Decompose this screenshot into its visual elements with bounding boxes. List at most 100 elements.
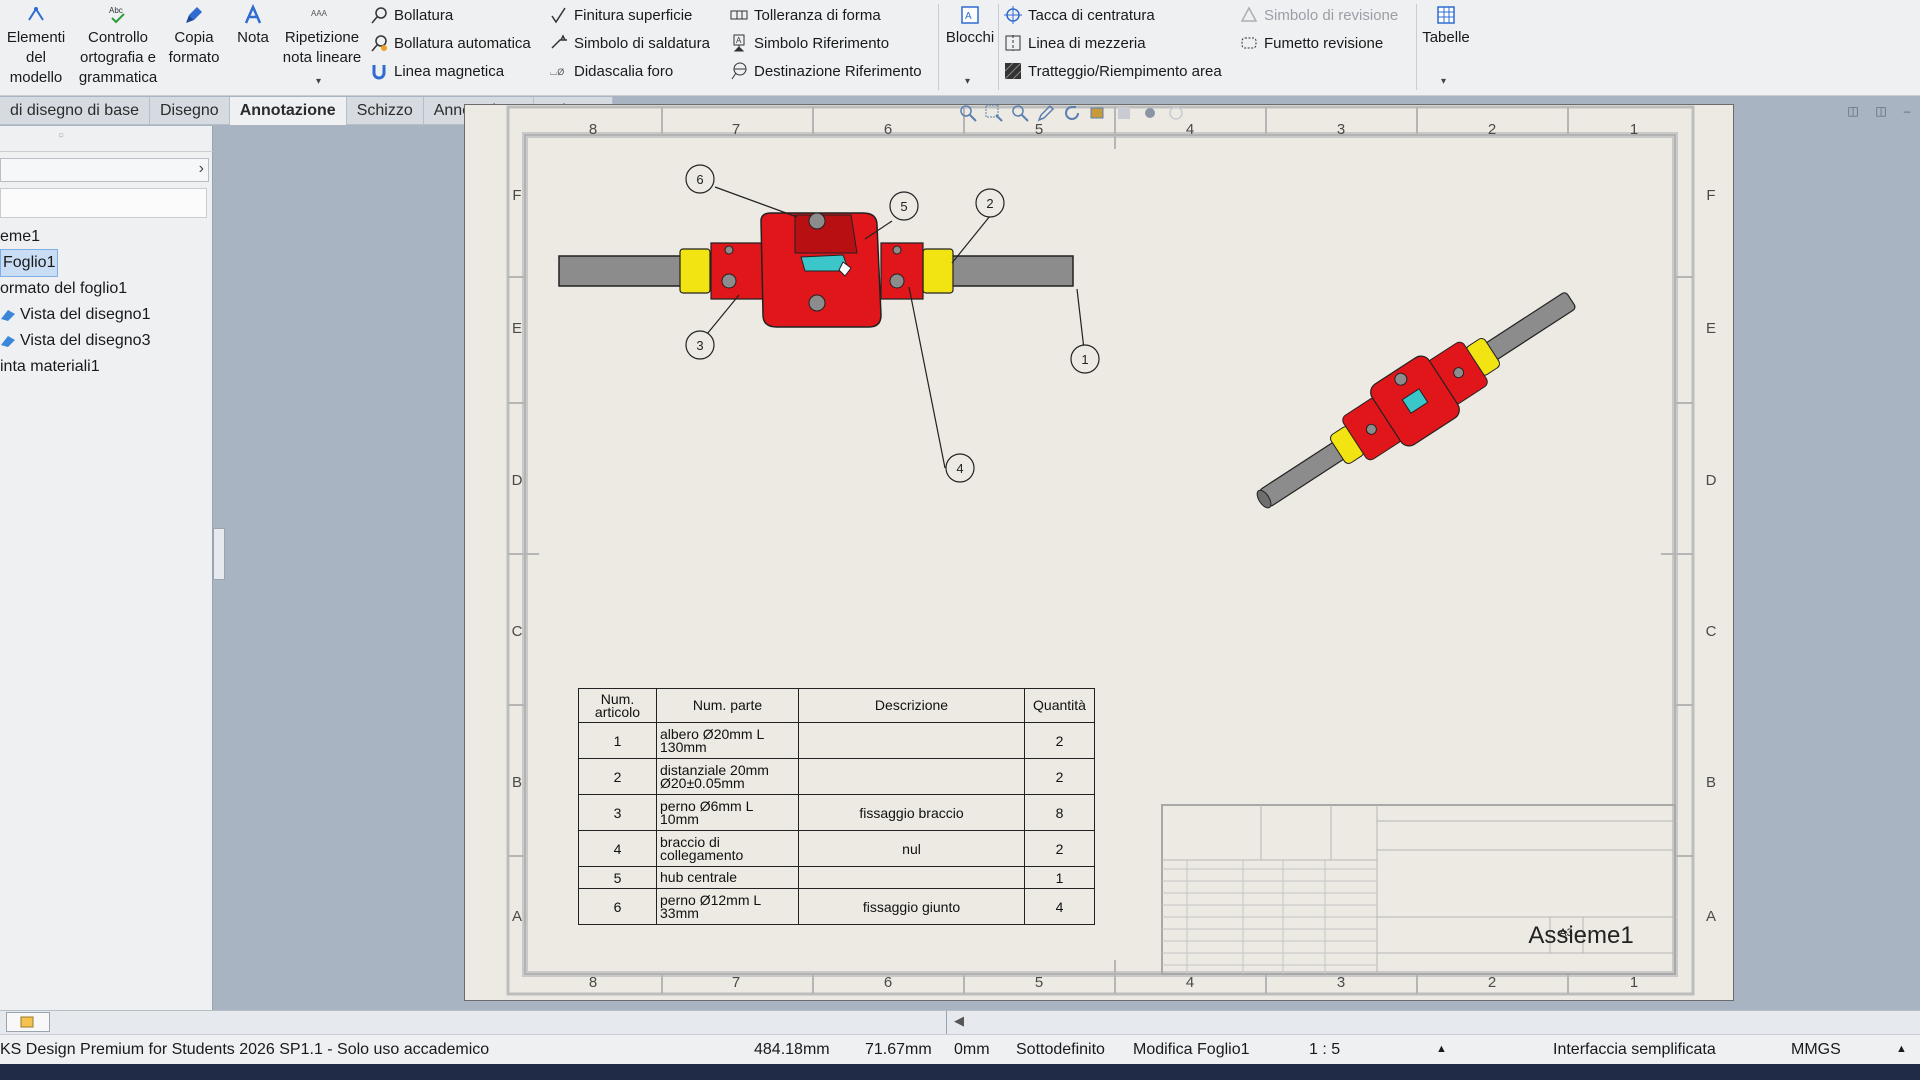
- blocks-button[interactable]: A Blocchi: [942, 4, 998, 48]
- note-button[interactable]: Nota: [230, 4, 276, 48]
- sheet-scale[interactable]: 1 : 5: [1309, 1041, 1340, 1059]
- revision-cloud-icon: [1241, 37, 1257, 49]
- panel-grip-icon[interactable]: ○: [58, 130, 64, 141]
- status-bar: KS Design Premium for Students 2026 SP1.…: [0, 1034, 1920, 1064]
- sheet-tab[interactable]: [6, 1012, 50, 1032]
- rebuild-icon[interactable]: [1062, 103, 1082, 123]
- table-row[interactable]: 1 albero Ø20mm L 130mm 2: [578, 722, 1095, 759]
- centerline-button[interactable]: Linea di mezzeria: [1004, 30, 1146, 56]
- tile-vertical-icon[interactable]: ◫: [1872, 104, 1890, 120]
- auto-balloon-button[interactable]: Bollatura automatica: [370, 30, 531, 56]
- display-style-icon[interactable]: [1088, 103, 1108, 123]
- table-row[interactable]: 2 distanziale 20mm Ø20±0.05mm 2: [578, 758, 1095, 795]
- hole-callout-button[interactable]: ⌴Ø Didascalia foro: [550, 58, 673, 84]
- chevron-right-icon[interactable]: ›: [199, 160, 204, 178]
- tab-sketch[interactable]: Schizzo: [347, 97, 424, 125]
- bom-header-description: Descrizione: [798, 688, 1025, 723]
- table-row[interactable]: 6 perno Ø12mm L 33mm fissaggio giunto 4: [578, 888, 1095, 925]
- revision-cloud-button[interactable]: Fumetto revisione: [1240, 30, 1383, 56]
- geometric-tolerance-button[interactable]: Tolleranza di forma: [730, 2, 881, 28]
- datum-feature-button[interactable]: A Simbolo Riferimento: [730, 30, 889, 56]
- tree-item-bom[interactable]: inta materiali1: [0, 354, 150, 380]
- bill-of-materials-table[interactable]: Num. articolo Num. parte Descrizione Quan…: [578, 688, 1095, 925]
- balloon-label: 6: [696, 172, 703, 187]
- auto-balloon-icon: [371, 35, 387, 52]
- cursor-y-readout: 71.67mm: [865, 1041, 932, 1058]
- drawing-view-1[interactable]: [558, 212, 1074, 328]
- product-label: KS Design Premium for Students 2026 SP1.…: [0, 1041, 490, 1058]
- table-row[interactable]: 3 perno Ø6mm L 10mm fissaggio braccio 8: [578, 794, 1095, 831]
- chevron-up-icon[interactable]: ▲: [1436, 1043, 1447, 1055]
- block-icon: A: [961, 6, 979, 24]
- linear-note-pattern-button[interactable]: AAA Ripetizione nota lineare: [280, 4, 364, 68]
- table-row[interactable]: 5 hub centrale 1: [578, 866, 1095, 889]
- model-items-button[interactable]: Elementi del modello: [2, 4, 70, 88]
- sketch-pencil-icon[interactable]: [1036, 103, 1056, 123]
- tab-annotation[interactable]: Annotazione: [229, 97, 347, 125]
- ribbon-separator: [1416, 4, 1417, 90]
- tab-base-drawing[interactable]: di disegno di base: [0, 97, 150, 125]
- note-icon: [244, 4, 262, 24]
- zoom-icon[interactable]: [1010, 103, 1030, 123]
- zone-col-label: 5: [1035, 121, 1043, 138]
- format-painter-button[interactable]: Copia formato: [164, 4, 224, 68]
- tree-item-drawing-view-1[interactable]: Vista del disegno1: [0, 302, 150, 328]
- drawing-sheet[interactable]: 8 7 6 5 4 3 2 1 8 7 6 5 4 3 2 1 F E D C …: [464, 104, 1734, 1001]
- cursor-z-readout: 0mm: [954, 1041, 990, 1058]
- svg-text:A: A: [736, 36, 742, 45]
- edit-context[interactable]: Modifica Foglio1: [1133, 1041, 1250, 1059]
- scrollbar-separator: [946, 1011, 947, 1035]
- balloon-label: 1: [1081, 352, 1088, 367]
- hide-show-icon[interactable]: [1114, 103, 1134, 123]
- weld-symbol-icon: [551, 34, 567, 49]
- drawing-view-3[interactable]: [1240, 270, 1590, 532]
- tables-button[interactable]: Tabelle: [1418, 4, 1474, 48]
- panel-splitter-handle[interactable]: [213, 528, 225, 580]
- revision-symbol-button[interactable]: Simbolo di revisione: [1240, 2, 1398, 28]
- balloon-label: 2: [986, 196, 993, 211]
- bom-header-item-number: Num. articolo: [578, 688, 657, 723]
- scene-icon[interactable]: [1166, 103, 1186, 123]
- tree-item-assembly[interactable]: eme1: [0, 224, 150, 250]
- tree-item-drawing-view-3[interactable]: Vista del disegno3: [0, 328, 150, 354]
- definition-state: Sottodefinito: [1016, 1041, 1105, 1058]
- interface-mode[interactable]: Interfaccia semplificata: [1553, 1041, 1716, 1059]
- zone-col-label: 8: [589, 121, 597, 138]
- zone-row-label: D: [512, 472, 523, 489]
- linear-note-pattern-icon: AAA: [311, 9, 328, 18]
- chevron-down-icon[interactable]: ▾: [316, 76, 321, 87]
- tree-item-sheet[interactable]: Foglio1: [0, 249, 150, 277]
- chevron-down-icon[interactable]: ▾: [965, 76, 970, 87]
- chevron-up-icon[interactable]: ▲: [1896, 1043, 1907, 1055]
- zone-col-label: 4: [1186, 121, 1194, 138]
- filter-input[interactable]: [0, 188, 207, 218]
- zone-row-label: C: [512, 623, 523, 640]
- zone-row-label: B: [1706, 774, 1716, 791]
- drawing-view-icon: [1, 310, 15, 321]
- hatch-icon: [1004, 62, 1022, 80]
- minimize-icon[interactable]: –: [1898, 104, 1916, 120]
- unit-system[interactable]: MMGS: [1791, 1041, 1841, 1059]
- magnetic-line-button[interactable]: Linea magnetica: [370, 58, 504, 84]
- tab-drawing[interactable]: Disegno: [150, 97, 230, 125]
- datum-target-button[interactable]: Destinazione Riferimento: [730, 58, 922, 84]
- hatch-fill-button[interactable]: Tratteggio/Riempimento area: [1004, 58, 1222, 84]
- table-row[interactable]: 4 braccio di collegamento nul 2: [578, 830, 1095, 867]
- scroll-left-icon[interactable]: ◀: [954, 1013, 964, 1029]
- balloon-button[interactable]: Bollatura: [370, 2, 453, 28]
- spell-check-button[interactable]: Abc Controllo ortografia e grammatica: [74, 4, 162, 88]
- zone-row-label: A: [1706, 908, 1716, 925]
- balloon-icon: [371, 7, 387, 24]
- panel-breadcrumb-bar[interactable]: ›: [0, 158, 209, 182]
- zone-row-label: A: [512, 908, 522, 925]
- zoom-to-fit-icon[interactable]: [958, 103, 978, 123]
- center-mark-button[interactable]: Tacca di centratura: [1004, 2, 1155, 28]
- weld-symbol-button[interactable]: Simbolo di saldatura: [550, 30, 710, 56]
- tile-horizontal-icon[interactable]: ◫: [1844, 104, 1862, 120]
- chevron-down-icon[interactable]: ▾: [1441, 76, 1446, 87]
- balloon-label: 5: [900, 199, 907, 214]
- surface-finish-button[interactable]: Finitura superficie: [550, 2, 692, 28]
- zoom-to-area-icon[interactable]: [984, 103, 1004, 123]
- tree-item-sheet-format[interactable]: ormato del foglio1: [0, 276, 150, 302]
- appearance-icon[interactable]: [1140, 103, 1160, 123]
